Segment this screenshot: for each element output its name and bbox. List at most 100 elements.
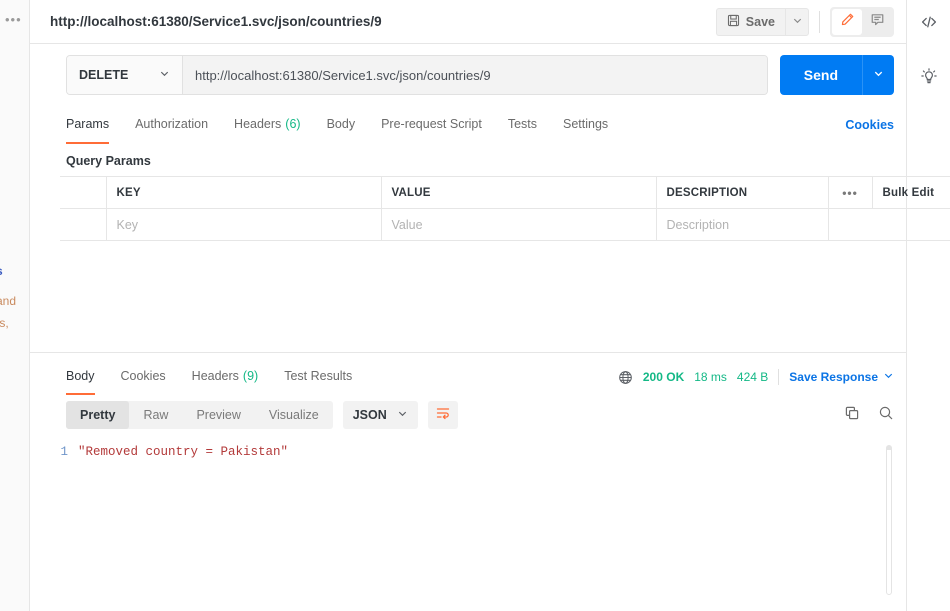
tab-label: Tests (507, 117, 537, 131)
line-number: 1 (60, 445, 68, 459)
sidebar-text-fragment: ts, (0, 316, 9, 330)
request-tips-button[interactable] (915, 64, 943, 92)
response-format-label: JSON (352, 408, 387, 422)
cookies-link[interactable]: Cookies (845, 106, 894, 144)
tab-count: (9) (242, 369, 259, 383)
send-button-group: Send (779, 55, 894, 95)
row-options-cell (827, 208, 872, 241)
http-method-label: DELETE (79, 68, 129, 82)
tab-count: (6) (285, 117, 301, 131)
response-meta: 200 OK 18 ms 424 B Save Response (618, 359, 894, 395)
table-header-row: KEY VALUE DESCRIPTION ••• Bulk Edit (60, 176, 950, 209)
tab-body[interactable]: Body (327, 106, 356, 144)
sidebar-more-icon[interactable]: ••• (5, 13, 22, 26)
right-sidebar (907, 0, 950, 611)
method-url-group: DELETE http://localhost:61380/Service1.s… (66, 55, 768, 95)
request-title: http://localhost:61380/Service1.svc/json… (50, 14, 382, 29)
code-icon (920, 13, 938, 36)
chevron-down-icon (159, 68, 170, 82)
url-bar: DELETE http://localhost:61380/Service1.s… (30, 44, 906, 106)
word-wrap-button[interactable] (427, 401, 458, 429)
query-params-table: KEY VALUE DESCRIPTION ••• Bulk Edit Key … (60, 176, 950, 241)
request-tabs: Params Authorization Headers (6) Body Pr… (30, 106, 906, 144)
response-tabs-bar: Body Cookies Headers (9) Test Results 20… (30, 359, 906, 395)
tab-label: Body (66, 369, 95, 383)
view-raw-button[interactable]: Raw (129, 401, 182, 429)
chevron-down-icon (873, 66, 884, 84)
copy-icon[interactable] (844, 405, 860, 426)
http-method-select[interactable]: DELETE (67, 56, 183, 94)
left-sidebar-edge: ••• s and ts, (0, 0, 30, 611)
tab-label: Pre-request Script (381, 117, 482, 131)
search-icon[interactable] (878, 405, 894, 426)
request-empty-space (30, 241, 906, 352)
tab-params[interactable]: Params (66, 106, 110, 144)
response-body-scrollbar[interactable] (886, 445, 892, 595)
chevron-down-icon (883, 370, 894, 384)
chevron-down-icon (397, 408, 408, 422)
tab-label: Headers (234, 117, 282, 131)
table-row: Key Value Description (60, 208, 950, 241)
save-button-group: Save (715, 7, 809, 36)
url-input[interactable]: http://localhost:61380/Service1.svc/json… (183, 56, 767, 94)
response-tab-body[interactable]: Body (66, 359, 95, 395)
view-preview-button[interactable]: Preview (182, 401, 254, 429)
column-header-description: DESCRIPTION (655, 176, 829, 209)
param-description-input[interactable]: Description (655, 208, 829, 241)
save-options-button[interactable] (785, 7, 809, 36)
request-header-bar: http://localhost:61380/Service1.svc/json… (30, 0, 906, 44)
tab-tests[interactable]: Tests (508, 106, 537, 144)
send-button[interactable]: Send (779, 55, 862, 95)
column-header-key: KEY (105, 176, 382, 209)
sidebar-text-fragment: s (0, 264, 3, 278)
response-panel: Body Cookies Headers (9) Test Results 20… (30, 353, 906, 611)
floppy-disk-icon (727, 14, 740, 30)
row-checkbox-cell[interactable] (60, 208, 107, 241)
tab-label: Params (66, 117, 110, 131)
code-snippet-button[interactable] (915, 10, 943, 38)
param-key-input[interactable]: Key (105, 208, 382, 241)
send-options-button[interactable] (862, 55, 894, 95)
tab-pre-request-script[interactable]: Pre-request Script (381, 106, 482, 144)
tab-label: Cookies (120, 369, 166, 383)
view-pretty-button[interactable]: Pretty (66, 401, 130, 429)
sidebar-text-fragment: and (0, 294, 17, 308)
select-all-cell (60, 176, 107, 209)
tab-label: Test Results (284, 369, 353, 383)
code-content: "Removed country = Pakistan" (78, 445, 289, 459)
tab-label: Settings (563, 117, 609, 131)
globe-icon[interactable] (618, 370, 633, 385)
word-wrap-icon (435, 405, 451, 426)
column-header-value: VALUE (380, 176, 657, 209)
save-button-label: Save (745, 14, 775, 29)
save-response-label: Save Response (789, 370, 878, 384)
request-response-panel: http://localhost:61380/Service1.svc/json… (30, 0, 950, 611)
view-toggle-group (830, 6, 894, 37)
response-tab-headers[interactable]: Headers (9) (192, 359, 259, 395)
save-response-button[interactable]: Save Response (789, 370, 894, 384)
pencil-icon (840, 12, 855, 32)
meta-divider (778, 369, 780, 385)
tab-label: Body (326, 117, 356, 131)
comments-button[interactable] (862, 9, 892, 35)
response-format-select[interactable]: JSON (342, 401, 418, 429)
query-params-table-wrapper: KEY VALUE DESCRIPTION ••• Bulk Edit Key … (30, 176, 950, 241)
response-time: 18 ms (694, 370, 727, 384)
bulk-edit-button[interactable]: Bulk Edit (871, 176, 950, 209)
response-size: 424 B (736, 370, 769, 384)
response-body-viewer[interactable]: 1 "Removed country = Pakistan" (30, 435, 906, 611)
tab-label: Headers (191, 369, 239, 383)
view-visualize-button[interactable]: Visualize (255, 401, 333, 429)
param-value-input[interactable]: Value (380, 208, 657, 241)
tab-authorization[interactable]: Authorization (135, 106, 208, 144)
ellipsis-icon[interactable]: ••• (827, 176, 873, 209)
response-tab-cookies[interactable]: Cookies (121, 359, 166, 395)
postman-window: ••• s and ts, http://localhost:61380/Ser… (0, 0, 950, 611)
response-toolbar: Pretty Raw Preview Visualize JSON (30, 395, 906, 435)
response-tab-test-results[interactable]: Test Results (284, 359, 352, 395)
save-button[interactable]: Save (715, 7, 785, 36)
edit-request-button[interactable] (832, 8, 862, 35)
query-params-label: Query Params (66, 154, 151, 168)
tab-headers[interactable]: Headers (6) (234, 106, 301, 144)
tab-settings[interactable]: Settings (563, 106, 608, 144)
